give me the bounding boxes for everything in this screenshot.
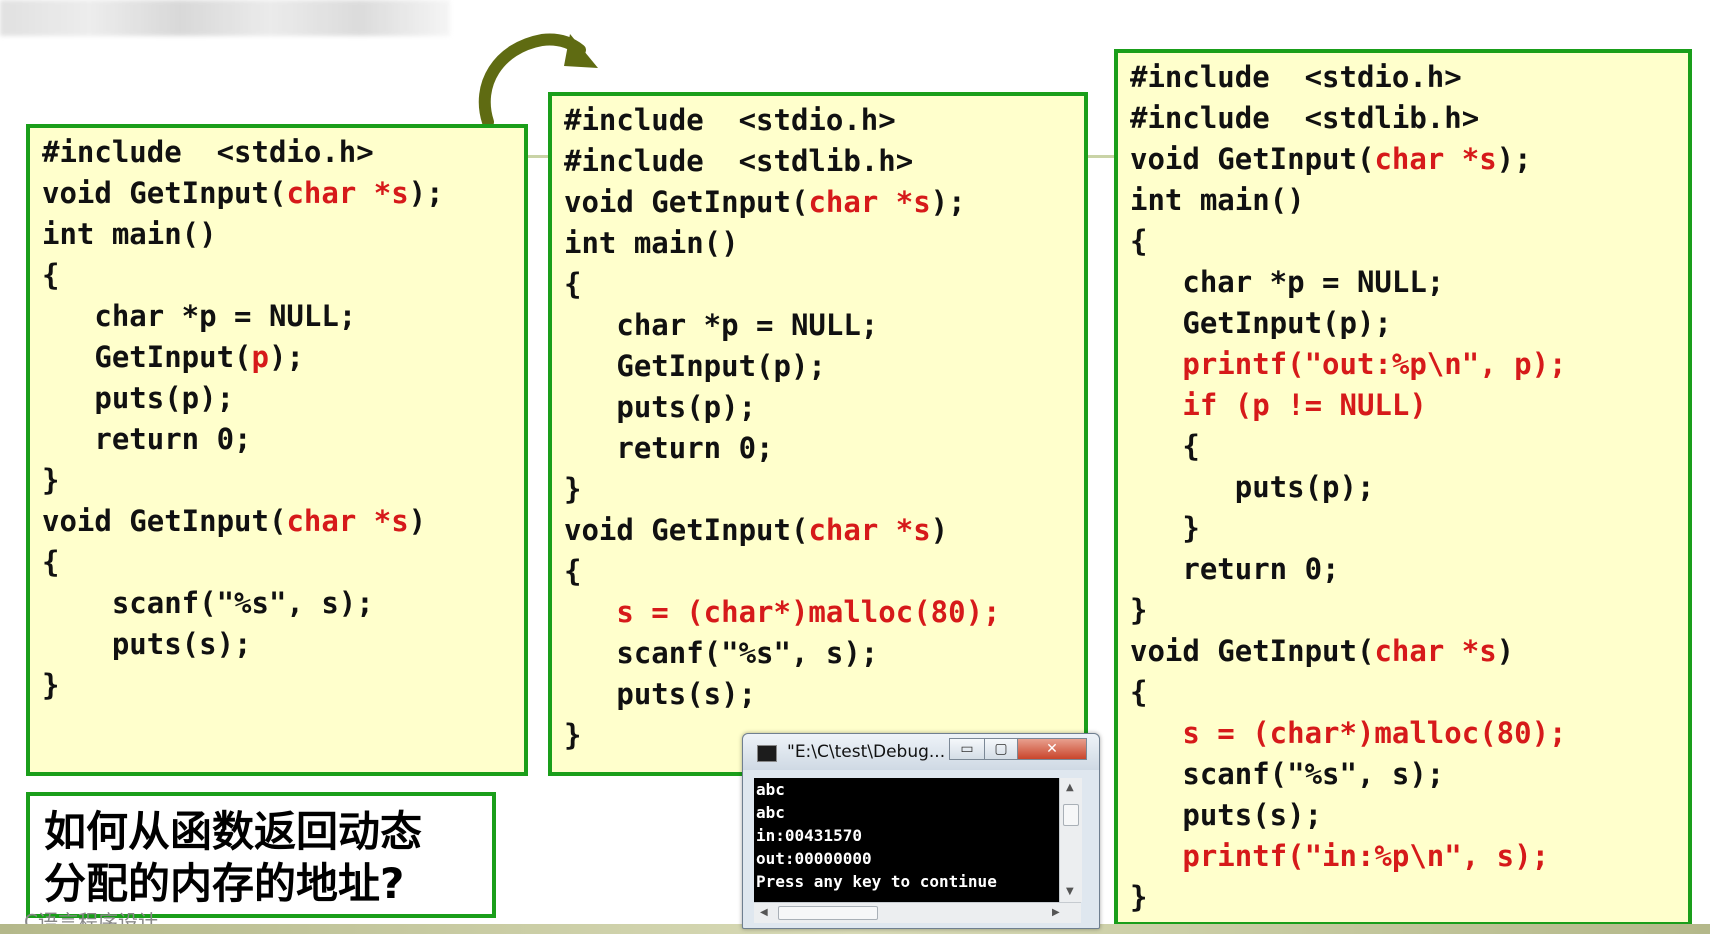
question-line-1: 如何从函数返回动态 xyxy=(44,807,423,856)
code-line: char *p = NULL; xyxy=(1130,265,1445,299)
code-line: puts(p); xyxy=(42,381,235,415)
code-panel-debug: #include <stdio.h> #include <stdlib.h> voi… xyxy=(1114,49,1692,926)
code-line: { xyxy=(42,258,60,292)
code-line: { xyxy=(564,267,582,301)
code-line: #include <stdlib.h> xyxy=(1130,101,1480,135)
console-titlebar[interactable]: "E:\C\test\Debug... ▭ ▢ ✕ xyxy=(743,734,1099,770)
code-line: GetInput(p); xyxy=(1130,306,1392,340)
code-line: char *p = NULL; xyxy=(42,299,357,333)
code-line: { xyxy=(1130,224,1148,258)
code-line: } xyxy=(42,668,60,702)
code-line: void GetInput(char *s) xyxy=(42,504,427,538)
code-line: printf("out:%p\n", p); xyxy=(1130,347,1567,381)
code-line: #include <stdlib.h> xyxy=(564,144,914,178)
code-line: puts(p); xyxy=(564,390,757,424)
code-line: } xyxy=(1130,880,1148,914)
question-box: 如何从函数返回动态 分配的内存的地址? xyxy=(26,792,496,918)
code-panel-original: #include <stdio.h> void GetInput(char *s)… xyxy=(26,124,528,776)
code-line: return 0; xyxy=(42,422,252,456)
code-line: s = (char*)malloc(80); xyxy=(1130,716,1567,750)
horizontal-scrollbar[interactable]: ◀ ▶ xyxy=(754,902,1081,923)
code-block: #include <stdio.h> #include <stdlib.h> voi… xyxy=(1130,57,1682,918)
scroll-left-arrow-icon[interactable]: ◀ xyxy=(760,907,768,918)
code-line: } xyxy=(1130,511,1200,545)
maximize-button[interactable]: ▢ xyxy=(984,738,1018,760)
code-block: #include <stdio.h> void GetInput(char *s)… xyxy=(42,132,518,706)
blurred-slide-title xyxy=(0,0,450,36)
code-line: void GetInput(char *s); xyxy=(1130,142,1532,176)
code-line: int main() xyxy=(1130,183,1305,217)
panel-connector-2 xyxy=(1084,155,1114,158)
code-line: } xyxy=(42,463,60,497)
console-app-icon xyxy=(757,745,777,762)
console-window: "E:\C\test\Debug... ▭ ▢ ✕ abc abc in:004… xyxy=(742,733,1100,929)
code-line: return 0; xyxy=(1130,552,1340,586)
code-line: scanf("%s", s); xyxy=(42,586,374,620)
code-line: puts(s); xyxy=(1130,798,1323,832)
minimize-button[interactable]: ▭ xyxy=(949,738,985,760)
code-line: int main() xyxy=(564,226,739,260)
console-output-line: Press any key to continue xyxy=(756,872,997,891)
question-line-2: 分配的内存的地址? xyxy=(44,859,405,908)
code-line: return 0; xyxy=(564,431,774,465)
code-line: { xyxy=(564,554,582,588)
scroll-right-arrow-icon[interactable]: ▶ xyxy=(1052,907,1060,918)
code-line: puts(p); xyxy=(1130,470,1375,504)
console-output-line: abc xyxy=(756,780,785,799)
code-line: if (p != NULL) xyxy=(1130,388,1427,422)
code-line: printf("in:%p\n", s); xyxy=(1130,839,1550,873)
code-line: scanf("%s", s); xyxy=(1130,757,1445,791)
console-output-line: abc xyxy=(756,803,785,822)
code-line: scanf("%s", s); xyxy=(564,636,879,670)
code-line: puts(s); xyxy=(564,677,757,711)
console-output-line: out:00000000 xyxy=(756,849,872,868)
code-line: puts(s); xyxy=(42,627,252,661)
code-line: void GetInput(char *s) xyxy=(1130,634,1515,668)
code-line: GetInput(p); xyxy=(564,349,826,383)
code-line: { xyxy=(1130,675,1148,709)
console-output: abc abc in:00431570 out:00000000 Press a… xyxy=(754,778,1059,902)
code-line: int main() xyxy=(42,217,217,251)
code-line: } xyxy=(564,472,582,506)
code-line: GetInput(p); xyxy=(42,340,304,374)
console-title: "E:\C\test\Debug... xyxy=(787,742,946,762)
code-line: void GetInput(char *s); xyxy=(564,185,966,219)
code-line: char *p = NULL; xyxy=(564,308,879,342)
code-line: { xyxy=(42,545,60,579)
code-line: void GetInput(char *s) xyxy=(564,513,949,547)
code-line: #include <stdio.h> xyxy=(42,135,374,169)
console-output-line: in:00431570 xyxy=(756,826,862,845)
code-line: void GetInput(char *s); xyxy=(42,176,444,210)
code-line: } xyxy=(1130,593,1148,627)
code-block: #include <stdio.h> #include <stdlib.h> voi… xyxy=(564,100,1078,756)
scroll-down-arrow-icon[interactable]: ▼ xyxy=(1066,886,1074,897)
scroll-up-arrow-icon[interactable]: ▲ xyxy=(1066,782,1074,793)
vertical-scroll-thumb[interactable] xyxy=(1063,804,1079,826)
code-line: s = (char*)malloc(80); xyxy=(564,595,1001,629)
code-line: { xyxy=(1130,429,1200,463)
close-button[interactable]: ✕ xyxy=(1017,738,1087,760)
code-panel-malloc: #include <stdio.h> #include <stdlib.h> voi… xyxy=(548,92,1088,776)
vertical-scrollbar[interactable]: ▲ ▼ xyxy=(1059,778,1082,902)
code-line: #include <stdio.h> xyxy=(1130,60,1462,94)
horizontal-scroll-thumb[interactable] xyxy=(778,906,878,920)
code-line: #include <stdio.h> xyxy=(564,103,896,137)
